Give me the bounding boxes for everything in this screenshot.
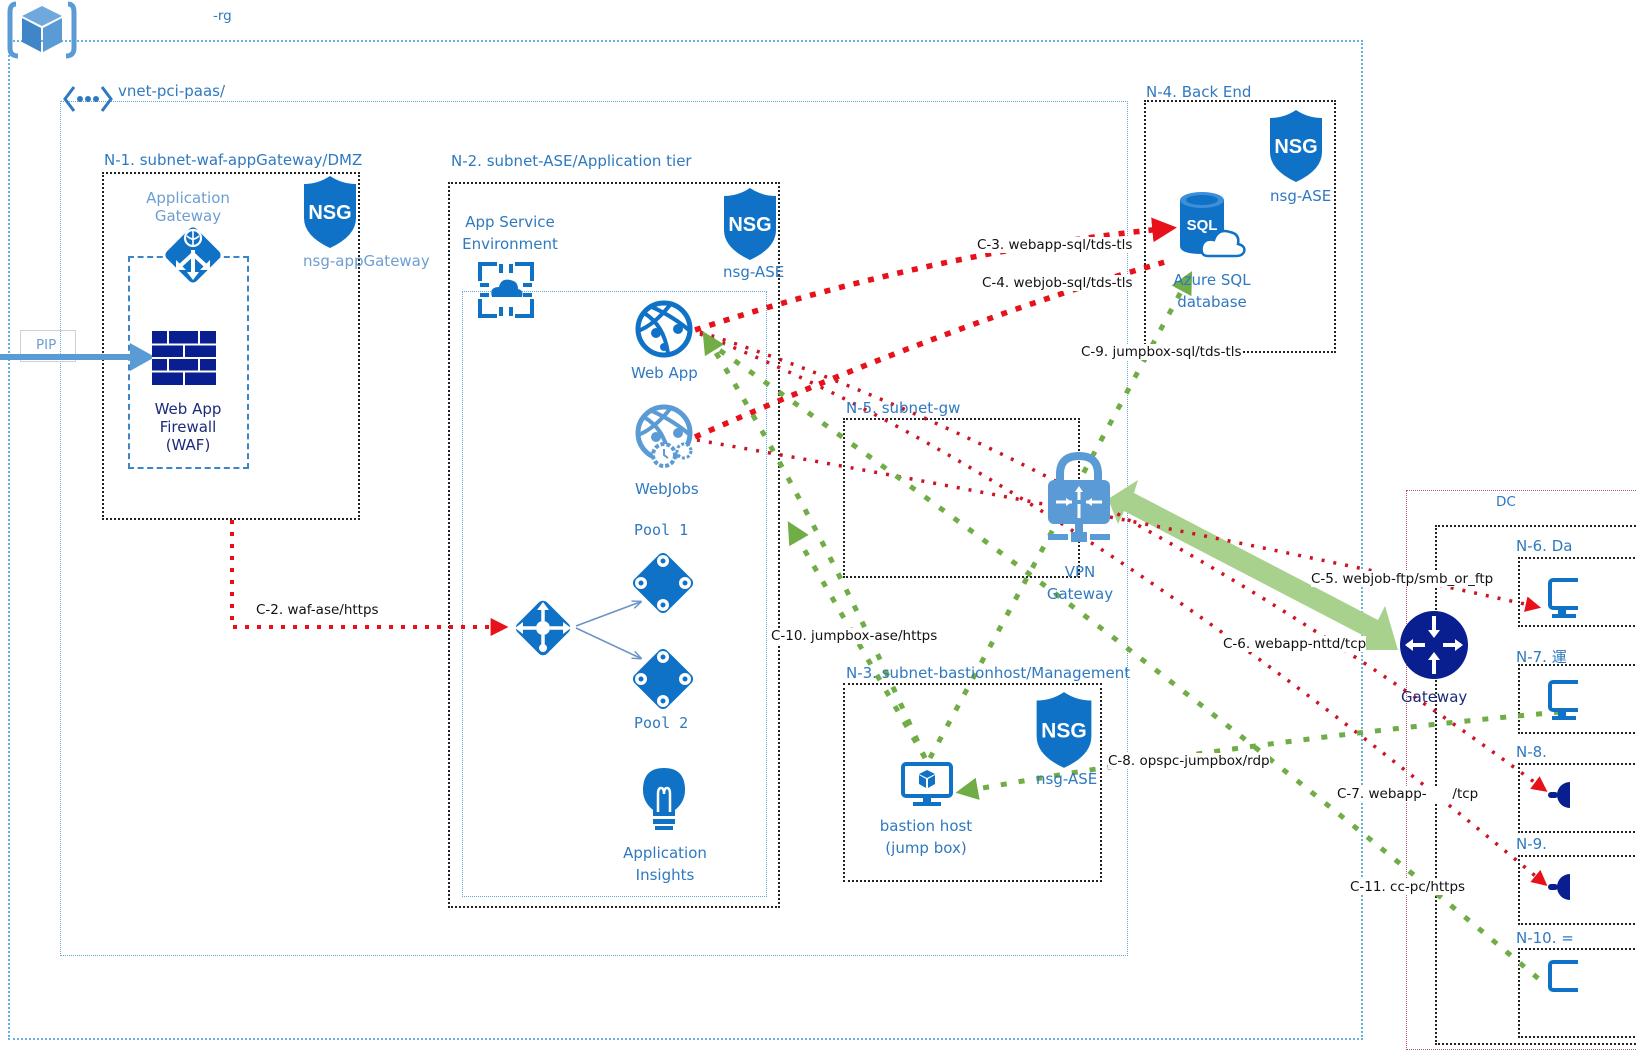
sql-icon-text: SQL bbox=[1187, 217, 1218, 234]
pool2-label: Pool 2 bbox=[634, 714, 689, 732]
waf-label-line3: (WAF) bbox=[165, 436, 211, 454]
connection-label-c2: C-2. waf-ase/https bbox=[256, 602, 379, 618]
sql-label: Azure SQL database bbox=[1160, 269, 1264, 313]
nsg-appgateway-shield-icon: NSG bbox=[302, 174, 358, 255]
dc-section-n10-title: N-10. = bbox=[1516, 929, 1574, 947]
app-gateway-icon[interactable] bbox=[160, 224, 224, 299]
nsg-backend-label: nsg-ASE bbox=[1270, 187, 1332, 205]
subnet-n3-title: N-3. subnet-bastionhost/Management bbox=[846, 664, 1131, 682]
nsg-backend-shield-icon: NSG bbox=[1268, 108, 1324, 189]
bastion-host-label: bastion host (jump box) bbox=[868, 815, 984, 859]
nsg-ase-text: NSG bbox=[728, 214, 771, 236]
dc-section-n9-title: N-9. bbox=[1516, 835, 1547, 853]
vnet-label: vnet-pci-paas/ bbox=[118, 82, 226, 100]
nsg-appgateway-label: nsg-appGateway bbox=[303, 252, 430, 270]
subnet-n1-title: N-1. subnet-waf-appGateway/DMZ bbox=[104, 151, 363, 169]
connection-label-c4: C-4. webjob-sql/tds-tls bbox=[982, 275, 1133, 291]
app-insights-label: Application Insights bbox=[610, 842, 720, 886]
nsg-backend-text: NSG bbox=[1274, 136, 1317, 158]
dc-section-n6-title: N-6. Da bbox=[1516, 537, 1573, 555]
ase-label-line1: App Service bbox=[465, 213, 555, 231]
dc-n7-pc-icon[interactable] bbox=[1548, 680, 1592, 729]
dc-n6-pc-icon[interactable] bbox=[1548, 578, 1592, 627]
nsg-ase-label: nsg-ASE bbox=[723, 263, 785, 281]
ase-label: App Service Environment bbox=[455, 211, 565, 255]
subnet-n5-title: N-5. subnet-gw bbox=[846, 399, 961, 417]
dc-section-n8-title: N-8. bbox=[1516, 743, 1547, 761]
nsg-ase-shield-icon: NSG bbox=[722, 186, 778, 267]
nsg-bastion-text: NSG bbox=[1041, 719, 1087, 742]
waf-firewall-icon[interactable] bbox=[152, 331, 218, 392]
ase-icon[interactable] bbox=[477, 261, 535, 324]
app-gateway-label-text: Application Gateway bbox=[146, 189, 230, 225]
waf-label-line1: Web App bbox=[154, 400, 222, 418]
pool2-icon[interactable] bbox=[623, 639, 703, 724]
connection-label-c10: C-10. jumpbox-ase/https bbox=[771, 628, 938, 644]
connection-label-c11: C-11. cc-pc/https bbox=[1350, 879, 1466, 895]
app-insights-label-line2: Insights bbox=[635, 866, 695, 884]
app-gateway-label: Application Gateway bbox=[140, 189, 236, 225]
bastion-host-label-line1: bastion host bbox=[879, 817, 973, 835]
resource-group-label: -rg bbox=[213, 8, 232, 24]
ase-label-line2: Environment bbox=[462, 235, 558, 253]
subnet-n4-title: N-4. Back End bbox=[1146, 83, 1252, 101]
nsg-bastion-shield-icon: NSG bbox=[1034, 690, 1094, 775]
sql-label-line1: Azure SQL bbox=[1173, 271, 1251, 289]
dc-title: DC bbox=[1496, 494, 1516, 510]
connection-label-c8: C-8. opspc-jumpbox/rdp bbox=[1108, 753, 1270, 769]
nsg-appgateway-text: NSG bbox=[308, 202, 351, 224]
vpn-gateway-label-line1: VPN bbox=[1064, 563, 1096, 581]
pip-label: PIP bbox=[36, 337, 57, 353]
app-insights-label-line1: Application bbox=[623, 844, 707, 862]
sql-database-icon[interactable]: SQL bbox=[1178, 190, 1248, 267]
dc-n8-box bbox=[1518, 763, 1636, 833]
vpn-gateway-label-line2: Gateway bbox=[1046, 585, 1114, 603]
vpn-gateway-label: VPN Gateway bbox=[1030, 561, 1130, 605]
architecture-diagram: PIP -rg vnet-pci-paas/ N-1. subnet-waf-a… bbox=[0, 0, 1636, 1050]
dc-n9-server-icon[interactable] bbox=[1548, 872, 1583, 907]
bastion-host-icon[interactable] bbox=[901, 762, 953, 813]
bastion-host-label-line2: (jump box) bbox=[885, 839, 967, 857]
connection-label-c5: C-5. webjob-ftp/smb_or_ftp bbox=[1311, 571, 1494, 587]
app-insights-icon[interactable] bbox=[641, 766, 687, 841]
sql-label-line2: database bbox=[1177, 293, 1247, 311]
pool1-label: Pool 1 bbox=[634, 521, 689, 539]
dc-n10-pc-icon[interactable] bbox=[1548, 960, 1592, 1009]
webjobs-label: WebJobs bbox=[635, 480, 699, 498]
dc-n9-box bbox=[1518, 855, 1636, 925]
waf-label-line2: Firewall bbox=[159, 418, 217, 436]
webjobs-icon[interactable] bbox=[634, 403, 696, 474]
pool1-icon[interactable] bbox=[623, 543, 703, 628]
connection-label-c3: C-3. webapp-sql/tds-tls bbox=[977, 237, 1133, 253]
nsg-bastion-label: nsg-ASE bbox=[1036, 770, 1098, 788]
vnet-icon bbox=[62, 84, 114, 119]
connection-label-c9: C-9. jumpbox-sql/tds-tls bbox=[1081, 344, 1242, 360]
connection-label-c7: C-7. webapp- /tcp bbox=[1337, 786, 1479, 802]
load-balancer-icon[interactable] bbox=[507, 592, 579, 669]
connection-label-c6: C-6. webapp-nttd/tcp bbox=[1223, 636, 1367, 652]
subnet-n2-title: N-2. subnet-ASE/Application tier bbox=[451, 152, 692, 170]
dc-section-n7-title: N-7. 運 bbox=[1516, 648, 1567, 666]
dc-gateway-router-icon[interactable] bbox=[1399, 610, 1469, 685]
vpn-gateway-icon[interactable] bbox=[1044, 451, 1114, 553]
web-app-label: Web App bbox=[631, 364, 698, 382]
dc-n8-server-icon[interactable] bbox=[1548, 780, 1583, 815]
resource-group-icon bbox=[6, 0, 78, 65]
waf-label: Web App Firewall (WAF) bbox=[138, 400, 238, 454]
web-app-icon[interactable] bbox=[634, 299, 696, 364]
dc-gateway-label: Gateway bbox=[1401, 688, 1468, 706]
